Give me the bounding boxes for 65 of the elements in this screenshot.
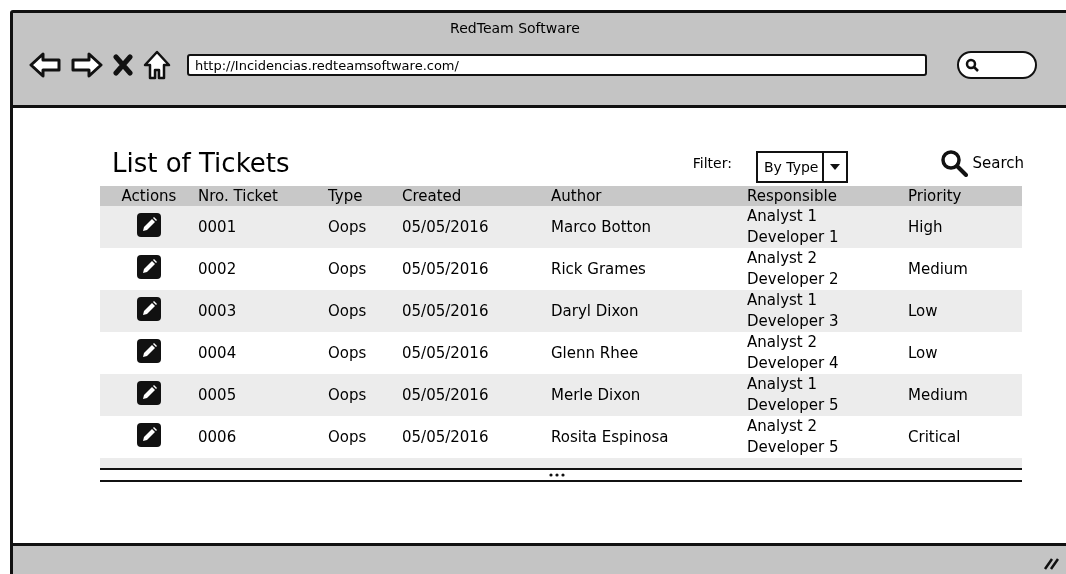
column-header: Priority — [908, 186, 1022, 206]
table-cell: Oops — [328, 332, 402, 374]
table-cell: Oops — [328, 416, 402, 458]
table-cell: 05/05/2016 — [402, 374, 551, 416]
table-cell: 0004 — [198, 332, 328, 374]
table-cell: Analyst 2 Developer 5 — [747, 416, 908, 458]
page-heading: List of Tickets — [112, 148, 291, 178]
table-cell: Low — [908, 290, 1022, 332]
table-cell: Critical — [908, 416, 1022, 458]
table-cell: Oops — [328, 206, 402, 248]
address-field[interactable]: http://Incidencias.redteamsoftware.com/ — [187, 54, 927, 76]
table-cell: Low — [908, 332, 1022, 374]
back-icon[interactable] — [29, 52, 61, 78]
table-cell: Analyst 2 Developer 2 — [747, 248, 908, 290]
table-cell: Daryl Dixon — [551, 290, 747, 332]
table-cell: Marco Botton — [551, 206, 747, 248]
table-cell: 05/05/2016 — [402, 206, 551, 248]
close-icon[interactable] — [113, 54, 133, 76]
column-header: Nro. Ticket — [198, 186, 328, 206]
column-header: Responsible — [747, 186, 908, 206]
column-header: Author — [551, 186, 747, 206]
table-cell: 0003 — [198, 290, 328, 332]
table-cell: High — [908, 206, 1022, 248]
table-cell: Medium — [908, 374, 1022, 416]
table-cell: Merle Dixon — [551, 374, 747, 416]
table-cell: Oops — [328, 248, 402, 290]
table-cell: Rosita Espinosa — [551, 416, 747, 458]
resize-grip-icon[interactable] — [1043, 556, 1059, 570]
edit-icon[interactable] — [136, 254, 162, 280]
column-header: Type — [328, 186, 402, 206]
table-cell: Analyst 1 Developer 5 — [747, 374, 908, 416]
table-cell: 0002 — [198, 248, 328, 290]
table-cell: Oops — [328, 374, 402, 416]
caret-icon — [829, 163, 842, 171]
table-cell: Analyst 1 Developer 1 — [747, 206, 908, 248]
filter-dropdown[interactable]: By Type — [755, 151, 849, 183]
forward-icon[interactable] — [71, 52, 103, 78]
table-cell: Analyst 2 Developer 4 — [747, 332, 908, 374]
column-header: Created — [402, 186, 551, 206]
table-cell: Analyst 1 Developer 3 — [747, 290, 908, 332]
edit-icon[interactable] — [136, 338, 162, 364]
filter-label: Filter: — [692, 155, 732, 171]
search-icon — [965, 58, 979, 72]
table-cell: 0001 — [198, 206, 328, 248]
dots-icon — [549, 473, 565, 477]
edit-icon[interactable] — [136, 380, 162, 406]
edit-icon[interactable] — [136, 422, 162, 448]
table-cell: Glenn Rhee — [551, 332, 747, 374]
table-cell: 05/05/2016 — [402, 332, 551, 374]
search-icon — [940, 149, 969, 177]
search-field[interactable] — [957, 51, 1037, 79]
table-cell: Rick Grames — [551, 248, 747, 290]
home-icon[interactable] — [143, 50, 171, 80]
table-cell: Medium — [908, 248, 1022, 290]
search-button[interactable]: Search — [940, 149, 1024, 177]
column-header: Actions — [100, 186, 198, 206]
table-cell: 05/05/2016 — [402, 416, 551, 458]
table-cell: 05/05/2016 — [402, 248, 551, 290]
window-title: RedTeam Software — [449, 19, 581, 38]
table-cell: 0006 — [198, 416, 328, 458]
edit-icon[interactable] — [136, 212, 162, 238]
edit-icon[interactable] — [136, 296, 162, 322]
table-cell: 0005 — [198, 374, 328, 416]
table-cell: Oops — [328, 290, 402, 332]
table-cell: 05/05/2016 — [402, 290, 551, 332]
